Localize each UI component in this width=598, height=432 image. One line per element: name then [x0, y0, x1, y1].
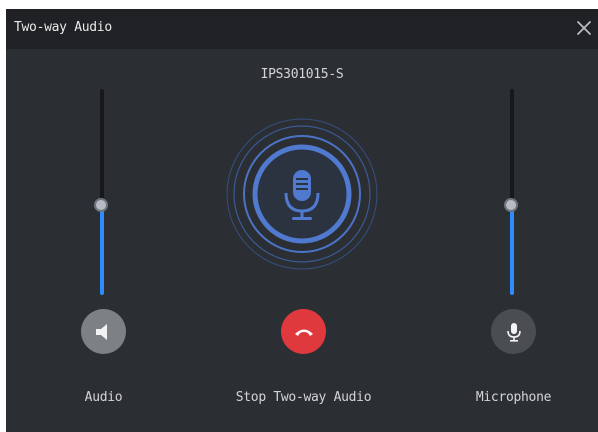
- audio-label: Audio: [84, 390, 123, 405]
- audio-volume-slider[interactable]: [94, 89, 110, 295]
- hang-up-icon: [294, 329, 313, 336]
- stop-two-way-audio-label: Stop Two-way Audio: [235, 390, 372, 405]
- talk-status-indicator: [225, 117, 379, 271]
- microphone-icon: [506, 322, 521, 342]
- slider-thumb[interactable]: [504, 198, 518, 212]
- microphone-volume-slider[interactable]: [504, 89, 520, 295]
- dialog-title: Two-way Audio: [14, 20, 112, 35]
- microphone-label: Microphone: [475, 390, 552, 405]
- slider-fill: [510, 206, 514, 295]
- two-way-audio-dialog: Two-way Audio IPS301015-S Audio Stop Two…: [6, 9, 598, 432]
- stop-two-way-audio-button[interactable]: [281, 309, 326, 354]
- audio-button[interactable]: [81, 309, 126, 354]
- title-bar: Two-way Audio: [6, 9, 598, 49]
- speaker-icon: [95, 323, 107, 340]
- close-icon[interactable]: [572, 16, 596, 40]
- device-name: IPS301015-S: [260, 67, 344, 82]
- slider-fill: [100, 206, 104, 295]
- slider-thumb[interactable]: [94, 198, 108, 212]
- microphone-button[interactable]: [491, 309, 536, 354]
